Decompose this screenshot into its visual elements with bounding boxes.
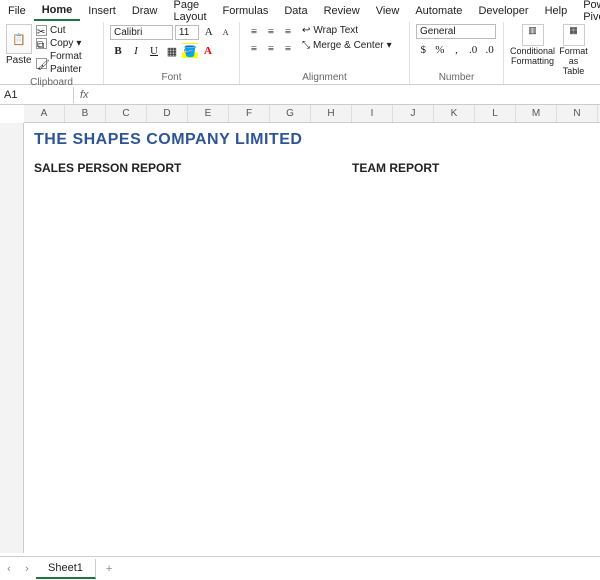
col-header[interactable]: H bbox=[311, 105, 352, 122]
tab-review[interactable]: Review bbox=[316, 2, 368, 20]
fx-icon[interactable]: fx bbox=[74, 89, 95, 101]
tab-insert[interactable]: Insert bbox=[80, 2, 124, 20]
group-label-alignment: Alignment bbox=[246, 71, 403, 83]
right-report-heading: TEAM REPORT bbox=[352, 161, 562, 175]
group-font: Calibri 11 A A B I U ▦ 🪣 A Font bbox=[104, 22, 240, 84]
table-icon: ▦ bbox=[563, 24, 585, 46]
group-number: General $ % , .0 .0 Number bbox=[410, 22, 504, 84]
decrease-font-icon[interactable]: A bbox=[218, 24, 233, 40]
col-header[interactable]: A bbox=[24, 105, 65, 122]
conditional-formatting-button[interactable]: ▥ Conditional Formatting bbox=[510, 24, 555, 76]
row-headers[interactable] bbox=[0, 123, 24, 553]
left-report-heading: SALES PERSON REPORT bbox=[34, 161, 304, 175]
ribbon: FileHomeInsertDrawPage LayoutFormulasDat… bbox=[0, 0, 600, 85]
tab-formulas[interactable]: Formulas bbox=[215, 2, 277, 20]
tab-help[interactable]: Help bbox=[537, 2, 576, 20]
format-as-table-button[interactable]: ▦ Format as Table bbox=[559, 24, 588, 76]
name-box[interactable]: A1 bbox=[0, 87, 74, 103]
paste-button[interactable]: 📋 Paste bbox=[6, 24, 32, 76]
group-label-number: Number bbox=[416, 71, 497, 83]
col-header[interactable]: F bbox=[229, 105, 270, 122]
ribbon-groups: 📋 Paste ✂Cut ⧉Copy ▾ 🖌Format Painter Cli… bbox=[0, 22, 600, 84]
inc-decimal-icon[interactable]: .0 bbox=[466, 42, 481, 58]
col-header[interactable]: E bbox=[188, 105, 229, 122]
sheet-content: THE SHAPES COMPANY LIMITED SALES PERSON … bbox=[24, 123, 600, 183]
wrap-text-button[interactable]: ↩ Wrap Text bbox=[302, 24, 392, 37]
merge-center-button[interactable]: ⤡ Merge & Center ▾ bbox=[302, 39, 392, 52]
col-header[interactable]: L bbox=[475, 105, 516, 122]
copy-label: Copy bbox=[50, 37, 73, 50]
copy-button[interactable]: ⧉Copy ▾ bbox=[36, 37, 97, 50]
group-clipboard: 📋 Paste ✂Cut ⧉Copy ▾ 🖌Format Painter Cli… bbox=[0, 22, 104, 84]
worksheet[interactable]: THE SHAPES COMPANY LIMITED SALES PERSON … bbox=[0, 123, 600, 553]
format-painter-button[interactable]: 🖌Format Painter bbox=[36, 50, 97, 76]
fill-color-button[interactable]: 🪣 bbox=[182, 43, 198, 59]
formula-bar: A1 fx bbox=[0, 85, 600, 105]
increase-font-icon[interactable]: A bbox=[201, 24, 216, 40]
team-report: TEAM REPORT bbox=[352, 149, 562, 175]
group-alignment: ≡≡≡ ≡≡≡ ↩ Wrap Text ⤡ Merge & Center ▾ A… bbox=[240, 22, 410, 84]
col-header[interactable]: J bbox=[393, 105, 434, 122]
tab-file[interactable]: File bbox=[0, 2, 34, 20]
add-sheet-button[interactable]: + bbox=[96, 560, 122, 578]
cond-label: Conditional Formatting bbox=[510, 46, 555, 66]
sales-person-report: SALES PERSON REPORT bbox=[34, 149, 304, 175]
border-button[interactable]: ▦ bbox=[164, 43, 180, 59]
tab-view[interactable]: View bbox=[368, 2, 408, 20]
accounting-icon[interactable]: $ bbox=[416, 42, 431, 58]
font-color-button[interactable]: A bbox=[200, 43, 216, 59]
ribbon-tabs: FileHomeInsertDrawPage LayoutFormulasDat… bbox=[0, 0, 600, 22]
col-header[interactable]: B bbox=[65, 105, 106, 122]
tab-automate[interactable]: Automate bbox=[407, 2, 470, 20]
underline-button[interactable]: U bbox=[146, 43, 162, 59]
sheet-tab-bar: ‹ › Sheet1 + bbox=[0, 556, 600, 580]
brush-icon: 🖌 bbox=[36, 58, 47, 69]
format-painter-label: Format Painter bbox=[50, 50, 97, 76]
alignment-grid[interactable]: ≡≡≡ ≡≡≡ bbox=[246, 24, 296, 57]
tab-draw[interactable]: Draw bbox=[124, 2, 166, 20]
group-styles: ▥ Conditional Formatting ▦ Format as Tab… bbox=[504, 22, 594, 84]
paste-label: Paste bbox=[6, 54, 32, 67]
clipboard-icon: 📋 bbox=[6, 24, 32, 54]
group-label-font: Font bbox=[110, 71, 233, 83]
cut-label: Cut bbox=[50, 24, 66, 37]
cut-button[interactable]: ✂Cut bbox=[36, 24, 97, 37]
col-header[interactable]: K bbox=[434, 105, 475, 122]
comma-icon[interactable]: , bbox=[449, 42, 464, 58]
company-title: THE SHAPES COMPANY LIMITED bbox=[34, 131, 592, 149]
number-format-select[interactable]: General bbox=[416, 24, 496, 39]
tab-developer[interactable]: Developer bbox=[470, 2, 536, 20]
sheet-tab[interactable]: Sheet1 bbox=[36, 559, 96, 579]
bold-button[interactable]: B bbox=[110, 43, 126, 59]
merge-icon: ⤡ bbox=[302, 39, 310, 52]
copy-icon: ⧉ bbox=[36, 38, 47, 49]
percent-icon[interactable]: % bbox=[433, 42, 448, 58]
col-header[interactable]: N bbox=[557, 105, 598, 122]
cond-format-icon: ▥ bbox=[522, 24, 544, 46]
col-header[interactable]: I bbox=[352, 105, 393, 122]
column-headers[interactable]: ABCDEFGHIJKLMN bbox=[24, 105, 600, 123]
wrap-label: Wrap Text bbox=[313, 24, 358, 37]
tab-nav-next[interactable]: › bbox=[18, 563, 36, 575]
scissors-icon: ✂ bbox=[36, 25, 47, 36]
wrap-icon: ↩ bbox=[302, 24, 310, 37]
font-size-select[interactable]: 11 bbox=[175, 25, 199, 40]
col-header[interactable]: C bbox=[106, 105, 147, 122]
dec-decimal-icon[interactable]: .0 bbox=[482, 42, 497, 58]
tab-nav-prev[interactable]: ‹ bbox=[0, 563, 18, 575]
font-name-select[interactable]: Calibri bbox=[110, 25, 173, 40]
tab-home[interactable]: Home bbox=[34, 1, 81, 21]
tab-data[interactable]: Data bbox=[276, 2, 315, 20]
col-header[interactable]: D bbox=[147, 105, 188, 122]
italic-button[interactable]: I bbox=[128, 43, 144, 59]
col-header[interactable]: G bbox=[270, 105, 311, 122]
merge-label: Merge & Center bbox=[313, 39, 384, 52]
col-header[interactable]: M bbox=[516, 105, 557, 122]
fmt-table-label: Format as Table bbox=[559, 46, 588, 76]
